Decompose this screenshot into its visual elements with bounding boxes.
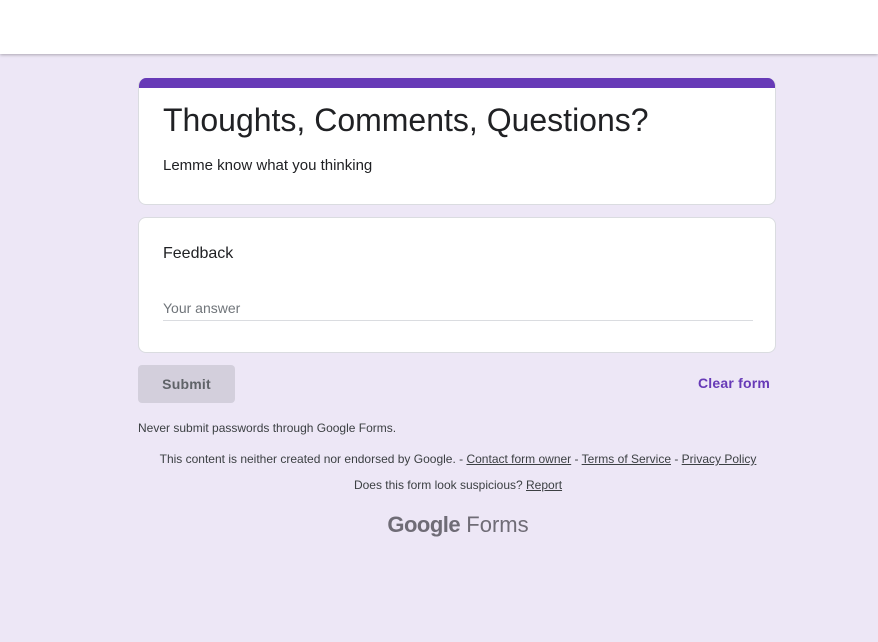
top-bar — [0, 0, 878, 54]
question-title: Feedback — [163, 245, 234, 262]
terms-of-service-link[interactable]: Terms of Service — [582, 452, 671, 466]
separator: - — [571, 452, 582, 466]
header-accent-bar — [139, 78, 775, 88]
google-forms-logo[interactable]: Google Forms — [138, 512, 778, 538]
contact-form-owner-link[interactable]: Contact form owner — [466, 452, 571, 466]
suspicious-text: Does this form look suspicious? — [353, 478, 527, 492]
brand-forms: Forms — [460, 512, 529, 537]
suspicious-notice: Does this form look suspicious? Report — [138, 478, 778, 492]
separator: - — [671, 452, 682, 466]
submit-button[interactable]: Submit — [138, 365, 235, 403]
form-description: Lemme know what you thinking — [163, 157, 373, 174]
form-header-card: Thoughts, Comments, Questions? Lemme kno… — [138, 78, 776, 205]
clear-form-button[interactable]: Clear form — [688, 365, 780, 401]
privacy-policy-link[interactable]: Privacy Policy — [682, 452, 757, 466]
form-title: Thoughts, Comments, Questions? — [163, 102, 649, 138]
brand-google: Google — [387, 512, 461, 537]
disclaimer-text: This content is neither created nor endo… — [159, 452, 467, 466]
disclaimer: This content is neither created nor endo… — [138, 452, 778, 466]
password-warning: Never submit passwords through Google Fo… — [138, 421, 397, 435]
question-card-feedback: Feedback — [138, 217, 776, 353]
report-link[interactable]: Report — [526, 478, 562, 492]
feedback-answer-input[interactable] — [163, 296, 753, 321]
